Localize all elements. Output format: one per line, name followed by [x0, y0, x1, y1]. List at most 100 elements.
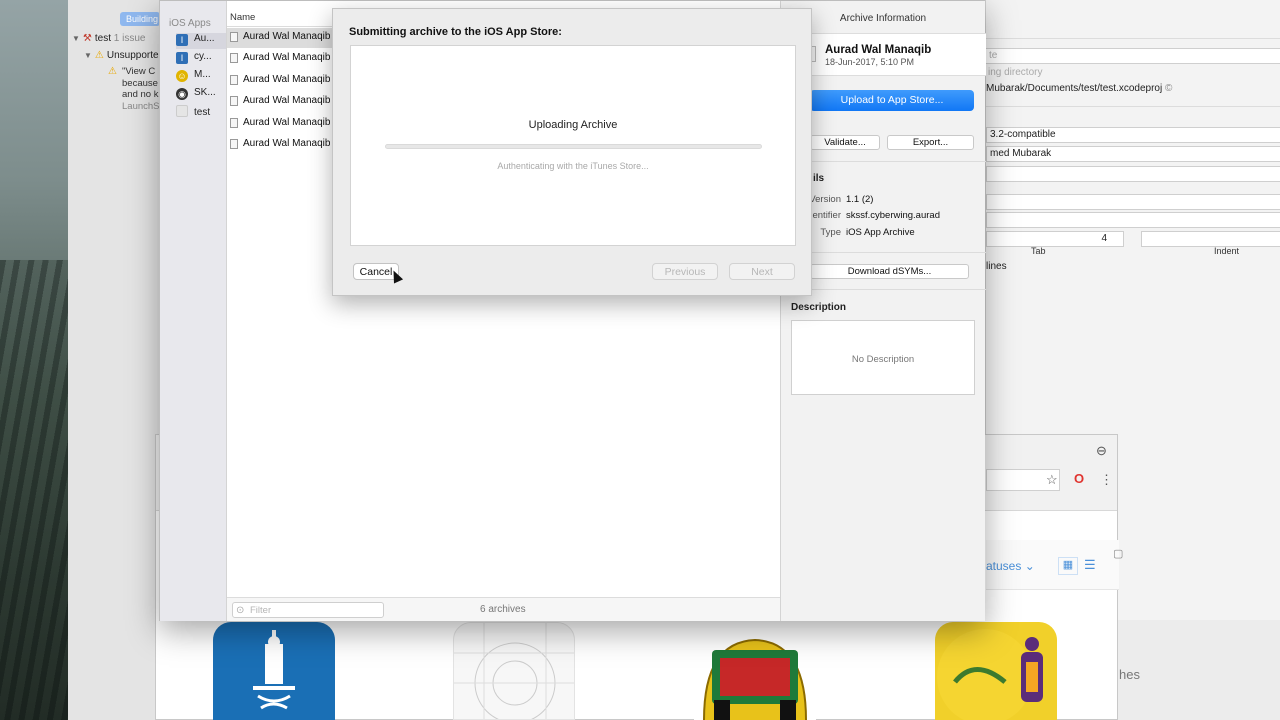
description-label: Description: [791, 302, 847, 313]
submit-archive-sheet: Submitting archive to the iOS App Store:…: [332, 8, 812, 296]
archive-row[interactable]: Aurad Wal Manaqib: [227, 28, 332, 48]
divider: [986, 38, 1280, 39]
issue-group-row[interactable]: ▼ ⚠ Unsupported: [84, 50, 164, 61]
archive-row[interactable]: Aurad Wal Manaqib: [227, 135, 332, 155]
tab-label: Tab: [1031, 246, 1046, 256]
sidebar-item-cy[interactable]: Icy...: [176, 51, 226, 67]
app-grid-icon: [454, 623, 574, 719]
activity-status: Building: [120, 12, 160, 26]
indent-width-stepper[interactable]: [1141, 231, 1280, 247]
archive-count: 6 archives: [480, 604, 526, 615]
sidebar-item-label: SK...: [194, 87, 216, 98]
organization-value: med Mubarak: [990, 148, 1052, 159]
page-icon[interactable]: ▢: [1113, 547, 1123, 560]
class-prefix-field[interactable]: [986, 166, 1280, 182]
project-format-field[interactable]: 3.2-compatible: [986, 127, 1280, 143]
tab-width-value: 4: [1101, 233, 1107, 244]
download-dsyms-button[interactable]: Download dSYMs...: [810, 264, 969, 279]
issue-line: and no k: [122, 89, 159, 100]
disclosure-triangle-icon[interactable]: ▼: [84, 51, 92, 60]
project-path-text: Mubarak/Documents/test/test.xcodeproj: [986, 83, 1163, 94]
disclosure-triangle-icon[interactable]: ▼: [72, 34, 80, 43]
app-icon-test: [176, 105, 188, 117]
filter-input[interactable]: ⊙ Filter: [232, 602, 384, 618]
opera-icon[interactable]: O: [1074, 471, 1084, 486]
issue-warning-row[interactable]: ⚠: [108, 66, 120, 77]
archive-row[interactable]: Aurad Wal Manaqib: [227, 114, 332, 134]
sidebar-item-aurad[interactable]: I Au...: [176, 33, 226, 49]
archive-row[interactable]: Aurad Wal Manaqib: [227, 71, 332, 91]
archive-icon: [230, 139, 238, 149]
export-button[interactable]: Export...: [887, 135, 974, 150]
sidebar-item-label: test: [194, 107, 211, 118]
app-icon-m: ☺: [176, 70, 188, 82]
menu-icon[interactable]: ⋮: [1100, 472, 1113, 488]
archive-date: 18-Jun-2017, 5:10 PM: [825, 57, 915, 67]
name-column-header[interactable]: Name: [227, 9, 332, 27]
project-name: test: [94, 33, 112, 44]
archive-row[interactable]: Aurad Wal Manaqib: [227, 49, 332, 69]
warning-icon: ⚠: [94, 50, 104, 61]
wrap-lines-label: lines: [986, 261, 1007, 272]
archive-icon: [230, 53, 238, 63]
project-path: Mubarak/Documents/test/test.xcodeproj ©: [986, 83, 1172, 94]
location-label: te: [989, 50, 998, 61]
indent-label: Indent: [1214, 246, 1240, 256]
issue-count: 1 issue: [113, 33, 146, 44]
upload-to-app-store-button[interactable]: Upload to App Store...: [810, 90, 974, 111]
app-icon-sk: ◉: [176, 88, 188, 100]
archive-name: Aurad Wal Manaqib: [243, 138, 331, 149]
issue-navigator: Building ▼ ⚒ test 1 issue ▼ ⚠ Unsupported ⚠ …: [68, 0, 164, 720]
previous-button[interactable]: Previous: [652, 263, 718, 280]
issue-line: "View C: [122, 66, 156, 77]
divider: [986, 106, 1280, 107]
line-endings-field[interactable]: [986, 212, 1280, 228]
account-icon[interactable]: ⊖: [1096, 443, 1107, 459]
description-box[interactable]: No Description: [791, 320, 975, 395]
app-icon-majlis-tile[interactable]: [935, 622, 1057, 720]
warning-icon: ⚠: [108, 66, 117, 77]
list-view-icon[interactable]: ☰: [1084, 557, 1096, 573]
archive-name-title: Aurad Wal Manaqib: [825, 44, 932, 56]
working-directory-label: ing directory: [988, 67, 1043, 78]
upload-progress-bar: [385, 144, 762, 149]
issue-line: LaunchS: [122, 100, 160, 112]
star-icon[interactable]: ☆: [1046, 472, 1058, 488]
location-field[interactable]: te: [986, 48, 1280, 64]
sidebar-item-label: Au...: [194, 33, 215, 44]
archive-row[interactable]: Aurad Wal Manaqib: [227, 92, 332, 112]
sidebar-item-label: M...: [194, 69, 211, 80]
app-icon-placeholder-tile[interactable]: [453, 622, 575, 720]
identifier-value: skssf.cyberwing.aurad: [846, 210, 940, 221]
text-encoding-field[interactable]: [986, 194, 1280, 210]
archive-name: Aurad Wal Manaqib: [243, 52, 331, 63]
app-icon-skssf-tile[interactable]: [694, 622, 816, 720]
sidebar-item-test[interactable]: test: [176, 105, 226, 121]
issue-message: "View C because and no k LaunchS: [122, 66, 160, 112]
sidebar-item-sk[interactable]: ◉ SK...: [176, 87, 226, 103]
mosque-icon: [253, 630, 295, 710]
next-button[interactable]: Next: [729, 263, 795, 280]
archives-footer: ⊙ Filter 6 archives: [227, 597, 780, 621]
reveal-arrow-icon[interactable]: ©: [1165, 83, 1172, 94]
upload-status: Uploading Archive: [528, 119, 618, 131]
type-value: iOS App Archive: [846, 227, 915, 238]
organization-field[interactable]: med Mubarak: [986, 146, 1280, 162]
issue-project-row[interactable]: ▼ ⚒ test 1 issue: [72, 33, 145, 44]
sidebar-item-m[interactable]: ☺ M...: [176, 69, 226, 85]
radio-logo-icon: [703, 638, 807, 720]
sidebar-item-label: cy...: [194, 51, 212, 62]
upload-substatus: Authenticating with the iTunes Store...: [497, 161, 649, 171]
statuses-dropdown[interactable]: atuses ⌄: [986, 559, 1035, 573]
archive-name: Aurad Wal Manaqib: [243, 74, 331, 85]
lantern-icon: [937, 629, 1043, 720]
grid-view-icon[interactable]: ▦: [1058, 557, 1078, 575]
tab-width-stepper[interactable]: 4: [986, 231, 1124, 247]
validate-button[interactable]: Validate...: [810, 135, 880, 150]
version-value: 1.1 (2): [846, 194, 874, 205]
archive-icon: [230, 32, 238, 42]
app-icon-aurad-tile[interactable]: [213, 622, 335, 720]
xcode-app-icon: ⚒: [82, 33, 92, 44]
filter-icon: ⊙: [236, 605, 245, 616]
issue-group-label: Unsupported: [106, 50, 165, 61]
